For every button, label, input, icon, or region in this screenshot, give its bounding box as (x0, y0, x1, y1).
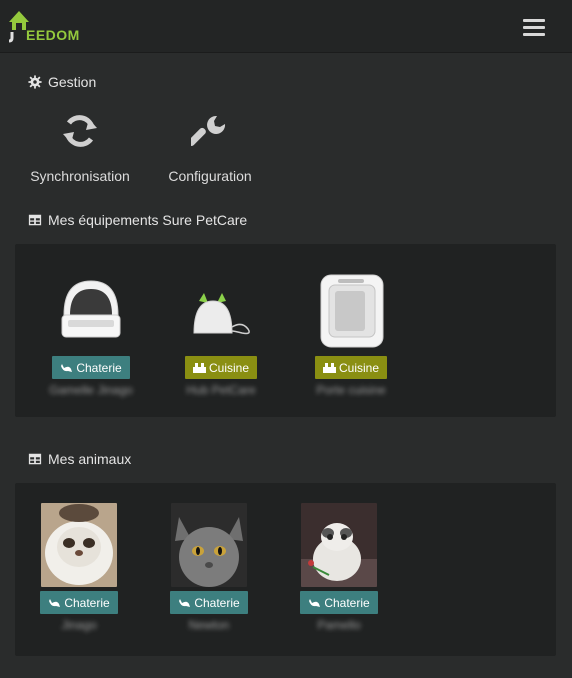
jeedom-logo[interactable]: EEDOM (6, 8, 86, 44)
cat-icon (309, 598, 321, 607)
equipment-card-hub[interactable]: Cuisine Hub PetCare (166, 266, 276, 397)
animal-card[interactable]: Chaterie Jinago (24, 503, 134, 632)
equipment-card-cat-flap[interactable]: Cuisine Porte cuisine (296, 266, 406, 397)
synchronisation-label: Synchronisation (30, 168, 130, 184)
animal-card[interactable]: Chaterie Newton (154, 503, 264, 632)
room-label: Chaterie (194, 595, 240, 610)
top-navbar: EEDOM (0, 0, 572, 53)
room-badge: Cuisine (184, 356, 258, 379)
configuration-button[interactable]: Configuration (145, 106, 275, 184)
management-section-title: Gestion (28, 74, 96, 90)
cat-flap-image (296, 266, 406, 356)
kitchen-icon (192, 362, 206, 373)
equipment-card-feeder[interactable]: Chaterie Gamelle Jinago (36, 266, 146, 397)
room-badge: Cuisine (314, 356, 388, 379)
hamburger-menu-icon[interactable] (520, 16, 548, 38)
cat-photo (41, 503, 117, 587)
equipment-name: Hub PetCare (186, 383, 256, 397)
cat-icon (179, 598, 191, 607)
cat-icon (49, 598, 61, 607)
table-icon (28, 453, 42, 465)
sync-icon (63, 115, 97, 147)
equipment-section-title: Mes équipements Sure PetCare (28, 212, 247, 228)
room-label: Chaterie (76, 360, 122, 375)
room-label: Chaterie (64, 595, 110, 610)
room-badge: Chaterie (300, 591, 378, 614)
animal-name: Pamello (317, 618, 361, 632)
room-label: Chaterie (324, 595, 370, 610)
cat-photo (171, 503, 247, 587)
animal-card[interactable]: Chaterie Pamello (284, 503, 394, 632)
management-title-label: Gestion (48, 74, 97, 90)
animal-name: Jinago (61, 618, 97, 632)
equipment-title-label: Mes équipements Sure PetCare (48, 212, 248, 228)
room-label: Cuisine (338, 360, 380, 375)
animals-title-label: Mes animaux (48, 451, 132, 467)
equipment-name: Gamelle Jinago (49, 383, 133, 397)
feeder-image (36, 266, 146, 356)
room-badge: Chaterie (40, 591, 118, 614)
cat-icon (61, 363, 73, 372)
kitchen-icon (322, 362, 336, 373)
room-badge: Chaterie (170, 591, 248, 614)
room-badge: Chaterie (52, 356, 130, 379)
synchronisation-button[interactable]: Synchronisation (15, 106, 145, 184)
animals-section-title: Mes animaux (28, 451, 131, 467)
animals-panel: Chaterie Jinago Chaterie Newton Chaterie… (15, 483, 556, 656)
configuration-label: Configuration (168, 168, 252, 184)
table-icon (28, 214, 42, 226)
cat-photo (301, 503, 377, 587)
animal-name: Newton (188, 618, 230, 632)
room-label: Cuisine (208, 360, 250, 375)
logo-text: EEDOM (26, 27, 80, 43)
equipment-name: Porte cuisine (316, 383, 386, 397)
wrench-icon (191, 115, 226, 147)
hub-image (166, 266, 276, 356)
gear-icon (28, 75, 42, 89)
equipment-panel: Chaterie Gamelle Jinago Cuisine Hub PetC… (15, 244, 556, 417)
